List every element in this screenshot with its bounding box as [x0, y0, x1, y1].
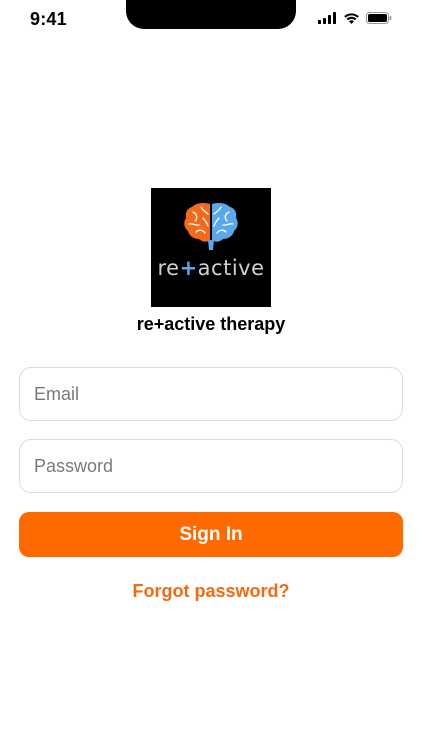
- logo-word-prefix: re: [157, 256, 180, 280]
- status-time: 9:41: [30, 9, 67, 29]
- brain-icon: [184, 203, 238, 250]
- forgot-password-link[interactable]: Forgot password?: [0, 581, 422, 602]
- logo-word-suffix: active: [197, 256, 265, 280]
- status-bar: 9:41: [0, 0, 422, 40]
- status-icons: [318, 12, 392, 24]
- password-field[interactable]: [19, 439, 403, 493]
- app-name: re+active therapy: [136, 314, 286, 334]
- logo-wordmark: re+active: [151, 256, 271, 280]
- cellular-signal-icon: [318, 12, 337, 24]
- sign-in-button[interactable]: Sign In: [19, 512, 403, 557]
- battery-icon: [366, 12, 392, 24]
- logo-word-plus: +: [179, 256, 198, 280]
- device-notch: [126, 0, 296, 29]
- email-input[interactable]: [20, 368, 402, 420]
- wifi-icon: [343, 12, 360, 24]
- email-field[interactable]: [19, 367, 403, 421]
- password-input[interactable]: [20, 440, 402, 492]
- app-logo: re+active: [151, 188, 271, 307]
